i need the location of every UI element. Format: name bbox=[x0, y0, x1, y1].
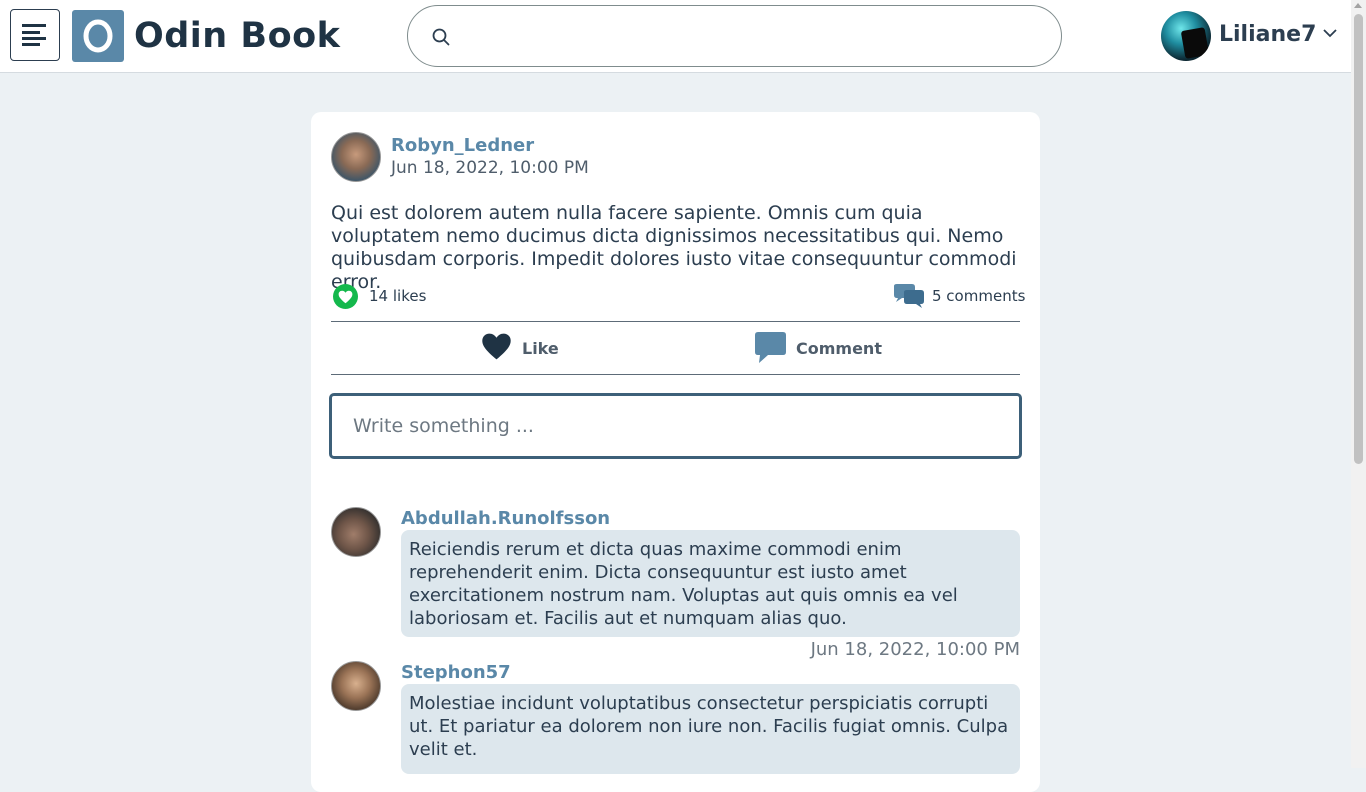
comment-input[interactable] bbox=[351, 410, 995, 442]
app-logo[interactable] bbox=[72, 10, 124, 62]
top-navbar: Odin Book Liliane7 bbox=[0, 0, 1351, 73]
scroll-up-arrow-icon[interactable] bbox=[1354, 3, 1362, 8]
author-avatar[interactable] bbox=[331, 132, 381, 182]
app-title[interactable]: Odin Book bbox=[134, 14, 340, 58]
divider-top bbox=[331, 321, 1020, 322]
post-author-name[interactable]: Robyn_Ledner bbox=[391, 135, 534, 156]
like-button[interactable]: Like bbox=[481, 332, 591, 364]
menu-button[interactable] bbox=[10, 9, 60, 61]
comment-button[interactable]: Comment bbox=[755, 332, 885, 366]
user-avatar[interactable] bbox=[1161, 11, 1211, 61]
user-name[interactable]: Liliane7 bbox=[1219, 22, 1316, 47]
chevron-down-icon[interactable] bbox=[1323, 29, 1337, 38]
comment-avatar[interactable] bbox=[331, 661, 381, 711]
post-card: Robyn_Ledner Jun 18, 2022, 10:00 PM Qui … bbox=[311, 112, 1040, 792]
likes-badge bbox=[333, 284, 358, 309]
heart-icon bbox=[338, 290, 353, 304]
comment-text: Molestiae incidunt voluptatibus consecte… bbox=[401, 684, 1020, 774]
search-input[interactable] bbox=[468, 20, 1032, 54]
comment-avatar[interactable] bbox=[331, 507, 381, 557]
search-icon bbox=[432, 28, 450, 46]
comment-text: Reiciendis rerum et dicta quas maxime co… bbox=[401, 530, 1020, 637]
comment-date: Jun 18, 2022, 10:00 PM bbox=[810, 639, 1020, 660]
likes-count[interactable]: 14 likes bbox=[369, 287, 426, 305]
comment-button-label: Comment bbox=[796, 339, 882, 358]
divider-bottom bbox=[331, 374, 1020, 375]
search-bar[interactable] bbox=[407, 5, 1062, 67]
like-button-label: Like bbox=[522, 339, 559, 358]
comment-author-name[interactable]: Stephon57 bbox=[401, 662, 511, 683]
hamburger-menu-icon bbox=[22, 24, 46, 46]
comment-input-box[interactable] bbox=[329, 393, 1022, 459]
odin-book-logo bbox=[83, 19, 113, 53]
comments-count[interactable]: 5 comments bbox=[932, 287, 1025, 305]
post-date: Jun 18, 2022, 10:00 PM bbox=[391, 158, 589, 178]
comment-bubble-icon bbox=[755, 332, 786, 363]
heart-icon bbox=[482, 333, 511, 360]
comment-author-name[interactable]: Abdullah.Runolfsson bbox=[401, 508, 610, 529]
comments-icon[interactable] bbox=[892, 283, 926, 309]
post-body: Qui est dolorem autem nulla facere sapie… bbox=[331, 202, 1017, 293]
scrollbar-thumb[interactable] bbox=[1354, 14, 1363, 464]
